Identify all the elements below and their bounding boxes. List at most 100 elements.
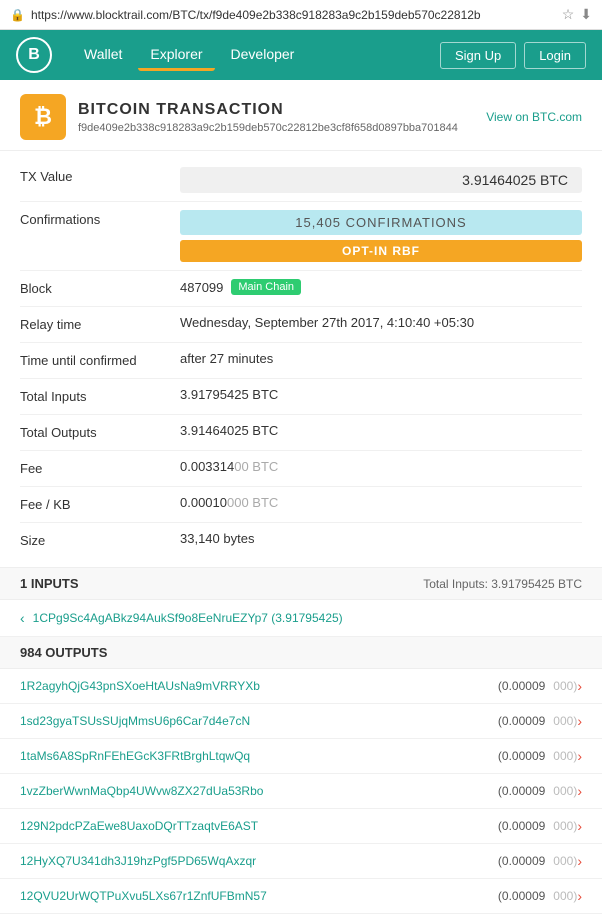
- output-address[interactable]: 1taMs6A8SpRnFEhEGcK3FRtBrghLtqwQq: [20, 749, 498, 763]
- lock-icon: 🔒: [10, 8, 25, 22]
- output-amount: (0.00009: [498, 714, 545, 728]
- list-item: 1R2agyhQjG43pnSXoeHtAUsNa9mVRRYXb (0.000…: [0, 669, 602, 704]
- output-amount-dim: 000): [553, 679, 577, 693]
- confirmations-box: 15,405 CONFIRMATIONS: [180, 210, 582, 235]
- output-amount-dim: 000): [553, 714, 577, 728]
- input-address[interactable]: 1CPg9Sc4AgABkz94AukSf9o8EeNruEZYp7 (3.91…: [33, 611, 343, 625]
- total-inputs-summary: Total Inputs: 3.91795425 BTC: [423, 577, 582, 591]
- size-value: 33,140 bytes: [180, 531, 582, 546]
- fee-kb-label: Fee / KB: [20, 495, 180, 512]
- output-address[interactable]: 1sd23gyaTSUsSUjqMmsU6p6Car7d4e7cN: [20, 714, 498, 728]
- rbf-box: OPT-IN RBF: [180, 240, 582, 262]
- login-button[interactable]: Login: [524, 42, 586, 69]
- url-action-icons: ☆ ⬇: [562, 6, 592, 23]
- output-amount-dim: 000): [553, 784, 577, 798]
- output-amount: (0.00009: [498, 854, 545, 868]
- tx-value-label: TX Value: [20, 167, 180, 184]
- transaction-header: ₿ BITCOIN TRANSACTION f9de409e2b338c9182…: [0, 80, 602, 151]
- fee-label: Fee: [20, 459, 180, 476]
- size-row: Size 33,140 bytes: [20, 523, 582, 559]
- input-item: ‹ 1CPg9Sc4AgABkz94AukSf9o8EeNruEZYp7 (3.…: [0, 600, 602, 637]
- fee-dim: 00 BTC: [234, 459, 278, 474]
- details-table: TX Value 3.91464025 BTC Confirmations 15…: [0, 151, 602, 567]
- chevron-right-icon: ›: [577, 748, 582, 764]
- block-number: 487099: [180, 280, 223, 295]
- main-content: ₿ BITCOIN TRANSACTION f9de409e2b338c9182…: [0, 80, 602, 914]
- tx-value-row: TX Value 3.91464025 BTC: [20, 159, 582, 202]
- logo: B: [16, 37, 52, 73]
- download-icon[interactable]: ⬇: [580, 6, 592, 23]
- time-confirmed-row: Time until confirmed after 27 minutes: [20, 343, 582, 379]
- confirmations-row: Confirmations 15,405 CONFIRMATIONS OPT-I…: [20, 202, 582, 271]
- nav-links: Wallet Explorer Developer: [72, 40, 440, 71]
- tx-value-value: 3.91464025 BTC: [180, 167, 582, 193]
- url-text: https://www.blocktrail.com/BTC/tx/f9de40…: [31, 8, 556, 22]
- total-outputs-value: 3.91464025 BTC: [180, 423, 582, 438]
- tx-title: BITCOIN TRANSACTION: [78, 101, 458, 119]
- list-item: 1vzZberWwnMaQbp4UWvw8ZX27dUa53Rbo (0.000…: [0, 774, 602, 809]
- output-address[interactable]: 12HyXQ7U341dh3J19hzPgf5PD65WqAxzqr: [20, 854, 498, 868]
- fee-kb-value: 0.00010000 BTC: [180, 495, 582, 510]
- nav-developer[interactable]: Developer: [219, 40, 307, 71]
- confirmations-value: 15,405 CONFIRMATIONS OPT-IN RBF: [180, 210, 582, 262]
- output-address[interactable]: 12QVU2UrWQTPuXvu5LXs67r1ZnfUFBmN57: [20, 889, 498, 903]
- chevron-right-icon: ›: [577, 818, 582, 834]
- output-amount: (0.00009: [498, 784, 545, 798]
- size-label: Size: [20, 531, 180, 548]
- output-address[interactable]: 1vzZberWwnMaQbp4UWvw8ZX27dUa53Rbo: [20, 784, 498, 798]
- chevron-left-icon: ‹: [20, 610, 25, 626]
- output-amount: (0.00009: [498, 749, 545, 763]
- relay-time-label: Relay time: [20, 315, 180, 332]
- output-amount: (0.00009: [498, 889, 545, 903]
- output-amount: (0.00009: [498, 679, 545, 693]
- time-confirmed-label: Time until confirmed: [20, 351, 180, 368]
- tx-value-box: 3.91464025 BTC: [180, 167, 582, 193]
- total-inputs-row: Total Inputs 3.91795425 BTC: [20, 379, 582, 415]
- main-chain-badge: Main Chain: [231, 279, 301, 295]
- list-item: 129N2pdcPZaEwe8UaxoDQrTTzaqtvE6AST (0.00…: [0, 809, 602, 844]
- total-outputs-row: Total Outputs 3.91464025 BTC: [20, 415, 582, 451]
- list-item: 1taMs6A8SpRnFEhEGcK3FRtBrghLtqwQq (0.000…: [0, 739, 602, 774]
- fee-kb-dim: 000 BTC: [227, 495, 278, 510]
- relay-time-value: Wednesday, September 27th 2017, 4:10:40 …: [180, 315, 582, 330]
- output-amount-dim: 000): [553, 889, 577, 903]
- total-outputs-label: Total Outputs: [20, 423, 180, 440]
- output-amount-dim: 000): [553, 854, 577, 868]
- navbar: B Wallet Explorer Developer Sign Up Logi…: [0, 30, 602, 80]
- nav-right: Sign Up Login: [440, 42, 586, 69]
- output-amount: (0.00009: [498, 819, 545, 833]
- output-address[interactable]: 129N2pdcPZaEwe8UaxoDQrTTzaqtvE6AST: [20, 819, 498, 833]
- view-on-btc-link[interactable]: View on BTC.com: [486, 110, 582, 124]
- block-row: Block 487099 Main Chain: [20, 271, 582, 307]
- nav-wallet[interactable]: Wallet: [72, 40, 134, 71]
- outputs-count: 984 OUTPUTS: [20, 645, 107, 660]
- time-confirmed-value: after 27 minutes: [180, 351, 582, 366]
- block-value: 487099 Main Chain: [180, 279, 582, 295]
- fee-kb-amount: 0.00010: [180, 495, 227, 510]
- chevron-right-icon: ›: [577, 853, 582, 869]
- fee-kb-row: Fee / KB 0.00010000 BTC: [20, 487, 582, 523]
- relay-time-row: Relay time Wednesday, September 27th 201…: [20, 307, 582, 343]
- signup-button[interactable]: Sign Up: [440, 42, 516, 69]
- btc-icon: ₿: [20, 94, 66, 140]
- inputs-count: 1 INPUTS: [20, 576, 79, 591]
- output-amount-dim: 000): [553, 819, 577, 833]
- list-item: 12HyXQ7U341dh3J19hzPgf5PD65WqAxzqr (0.00…: [0, 844, 602, 879]
- fee-value: 0.00331400 BTC: [180, 459, 582, 474]
- inputs-section-header: 1 INPUTS Total Inputs: 3.91795425 BTC: [0, 567, 602, 600]
- confirmations-label: Confirmations: [20, 210, 180, 227]
- outputs-section-header: 984 OUTPUTS: [0, 637, 602, 669]
- output-address[interactable]: 1R2agyhQjG43pnSXoeHtAUsNa9mVRRYXb: [20, 679, 498, 693]
- list-item: 1sd23gyaTSUsSUjqMmsU6p6Car7d4e7cN (0.000…: [0, 704, 602, 739]
- url-bar: 🔒 https://www.blocktrail.com/BTC/tx/f9de…: [0, 0, 602, 30]
- star-icon[interactable]: ☆: [562, 6, 575, 23]
- tx-title-block: BITCOIN TRANSACTION f9de409e2b338c918283…: [78, 101, 458, 134]
- chevron-right-icon: ›: [577, 678, 582, 694]
- fee-amount: 0.003314: [180, 459, 234, 474]
- output-amount-dim: 000): [553, 749, 577, 763]
- tx-hash: f9de409e2b338c918283a9c2b159deb570c22812…: [78, 122, 458, 134]
- total-inputs-value: 3.91795425 BTC: [180, 387, 582, 402]
- nav-explorer[interactable]: Explorer: [138, 40, 214, 71]
- fee-row: Fee 0.00331400 BTC: [20, 451, 582, 487]
- outputs-list: 1R2agyhQjG43pnSXoeHtAUsNa9mVRRYXb (0.000…: [0, 669, 602, 914]
